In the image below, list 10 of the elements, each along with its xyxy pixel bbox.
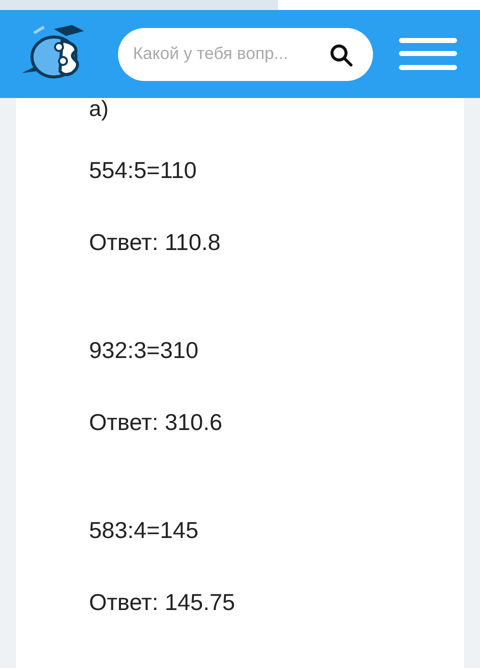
equation-text: 932:3=310 bbox=[89, 336, 200, 364]
part-label: а) bbox=[89, 98, 110, 120]
answer-text: Ответ: 110.8 bbox=[89, 228, 222, 256]
equation-text: 583:4=145 bbox=[89, 516, 200, 544]
search-icon[interactable] bbox=[329, 42, 353, 66]
menu-icon[interactable] bbox=[399, 38, 457, 70]
answer-text: Ответ: 145.75 bbox=[89, 588, 236, 616]
equation-text: 554:5=110 bbox=[89, 156, 198, 184]
answer-text: Ответ: 310.6 bbox=[89, 408, 224, 436]
search-field[interactable]: Какой у тебя вопр... bbox=[118, 28, 373, 80]
